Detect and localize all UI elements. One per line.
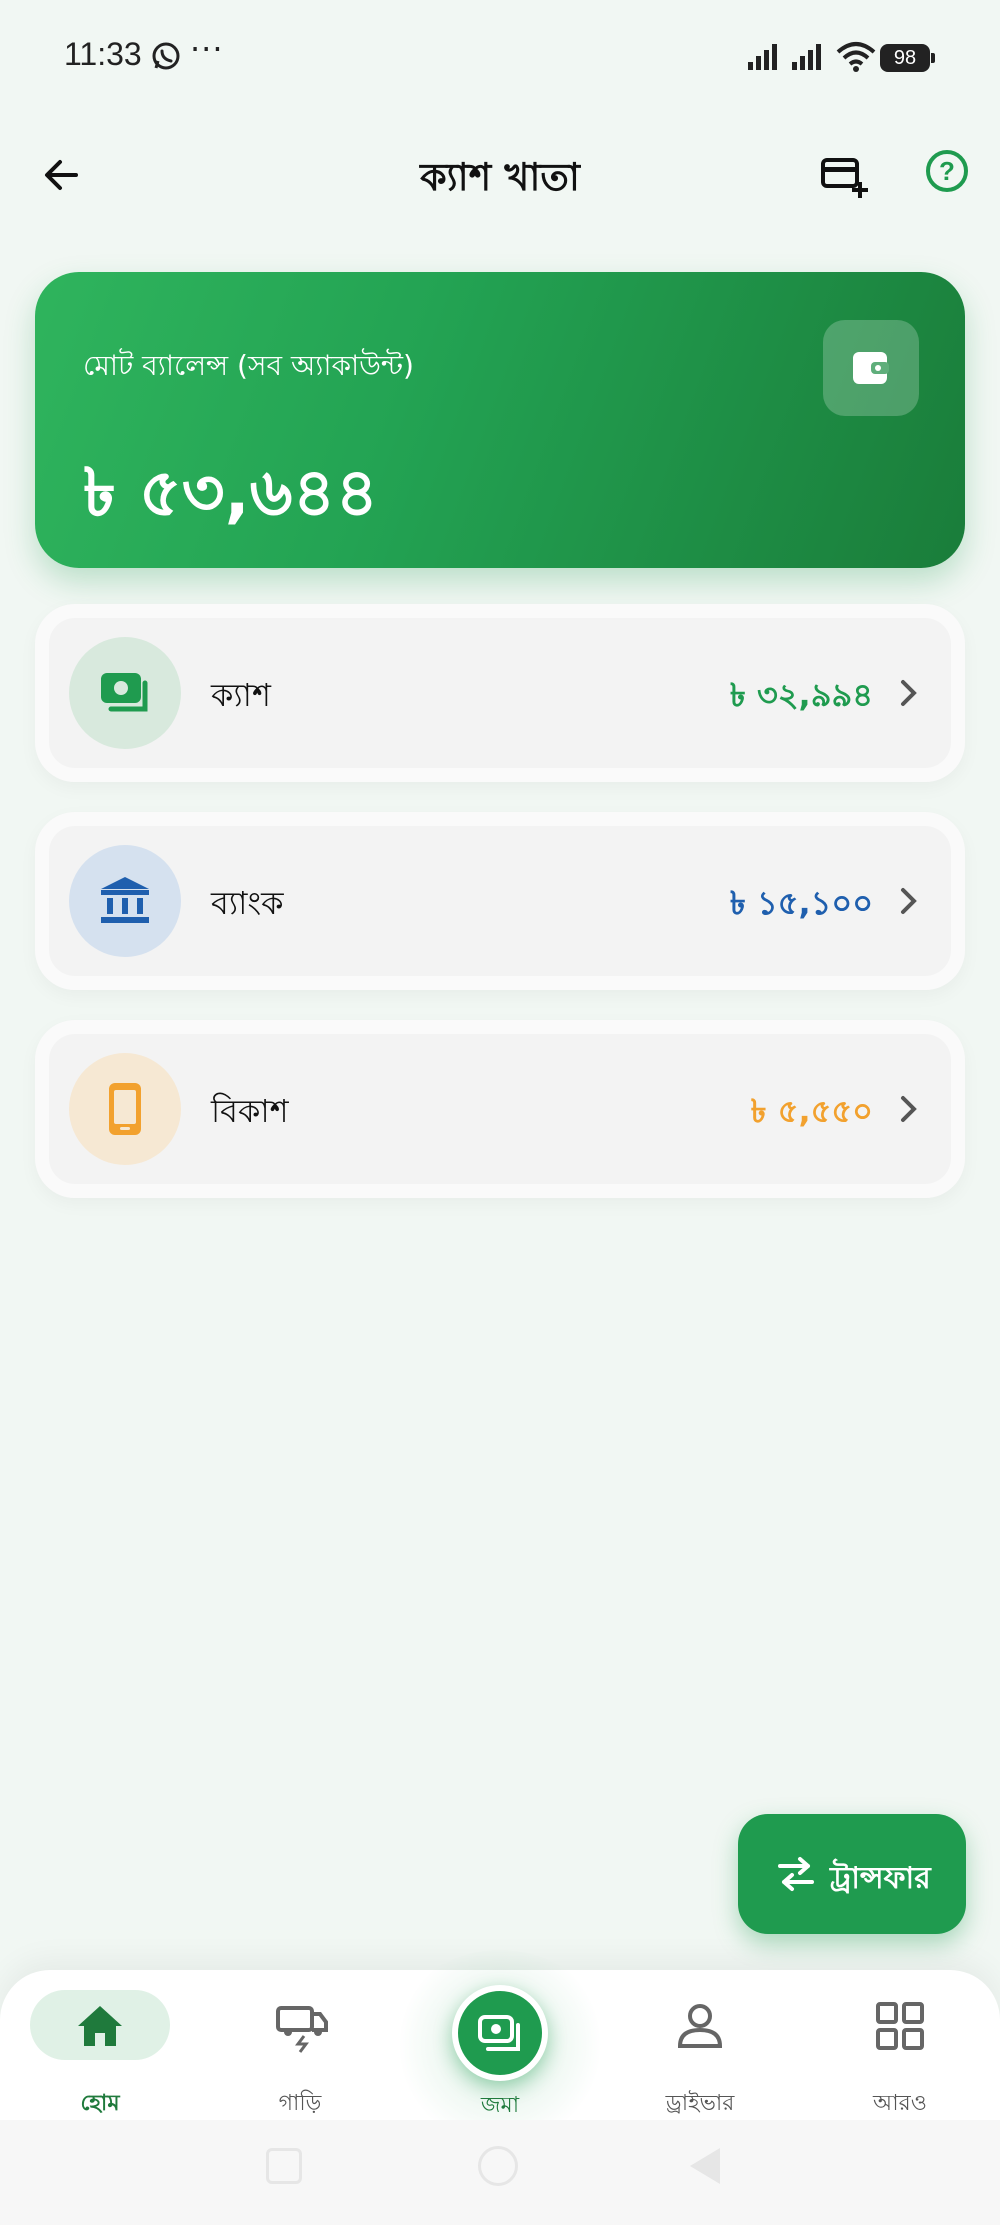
account-row-cash[interactable]: ক্যাশ ৳ ৩২,৯৯৪ [35, 604, 965, 782]
nav-home[interactable]: হোম [30, 1990, 170, 2116]
system-nav-bar [0, 2120, 1000, 2225]
home-icon [78, 2006, 122, 2046]
account-amount: ৳ ৩২,৯৯৪ [729, 676, 873, 714]
wifi-icon [836, 42, 876, 72]
cash-icon [69, 637, 181, 749]
account-name: বিকাশ [211, 1092, 289, 1130]
transfer-label: ট্রান্সফার [830, 1861, 931, 1896]
whatsapp-icon [152, 42, 180, 70]
nav-driver[interactable]: ড্রাইভার [630, 1990, 770, 2116]
phone-icon [69, 1053, 181, 1165]
account-amount: ৳ ৫,৫৫০ [750, 1092, 873, 1130]
total-balance-card: মোট ব্যালেন্স (সব অ্যাকাউন্ট) ৳ ৫৩,৬৪৪ [35, 272, 965, 568]
total-balance-amount: ৳ ৫৩,৬৪৪ [83, 454, 379, 531]
deposit-button[interactable] [452, 1985, 548, 2081]
system-home-button[interactable] [478, 2146, 518, 2186]
money-icon [478, 2015, 520, 2051]
transfer-button[interactable]: ট্রান্সফার [738, 1814, 966, 1934]
account-name: ব্যাংক [211, 884, 284, 922]
status-more-dots: ··· [190, 30, 224, 68]
nav-more[interactable]: আরও [830, 1990, 970, 2116]
signal-icon-2 [792, 44, 821, 70]
vehicle-icon [276, 2006, 328, 2053]
nav-vehicle-label: গাড়ি [278, 2091, 322, 2116]
account-amount: ৳ ১৫,১০০ [729, 884, 873, 922]
wallet-icon [823, 320, 919, 416]
bank-icon [69, 845, 181, 957]
chevron-right-icon [901, 888, 917, 914]
nav-more-label: আরও [873, 2091, 927, 2116]
status-bar: 11:33 ··· 98 [0, 0, 1000, 110]
total-balance-label: মোট ব্যালেন্স (সব অ্যাকাউন্ট) [83, 349, 414, 382]
account-row-bank[interactable]: ব্যাংক ৳ ১৫,১০০ [35, 812, 965, 990]
nav-home-label: হোম [80, 2091, 120, 2116]
battery-icon: 98 [880, 44, 935, 72]
nav-driver-label: ড্রাইভার [665, 2091, 735, 2116]
person-icon [677, 2004, 723, 2048]
system-square-button[interactable] [266, 2148, 302, 2184]
swap-arrows-icon [778, 1857, 814, 1891]
system-back-button[interactable] [690, 2148, 720, 2184]
grid-icon [876, 2002, 924, 2050]
status-time: 11:33 [64, 36, 142, 72]
chevron-right-icon [901, 1096, 917, 1122]
signal-icon [748, 44, 777, 70]
nav-vehicle[interactable]: গাড়ি [230, 1990, 370, 2116]
app-header: ক্যাশ খাতা ? [0, 130, 1000, 220]
chevron-right-icon [901, 680, 917, 706]
account-row-bkash[interactable]: বিকাশ ৳ ৫,৫৫০ [35, 1020, 965, 1198]
account-name: ক্যাশ [211, 676, 271, 714]
add-card-icon[interactable] [820, 152, 868, 200]
help-icon[interactable]: ? [926, 150, 968, 192]
